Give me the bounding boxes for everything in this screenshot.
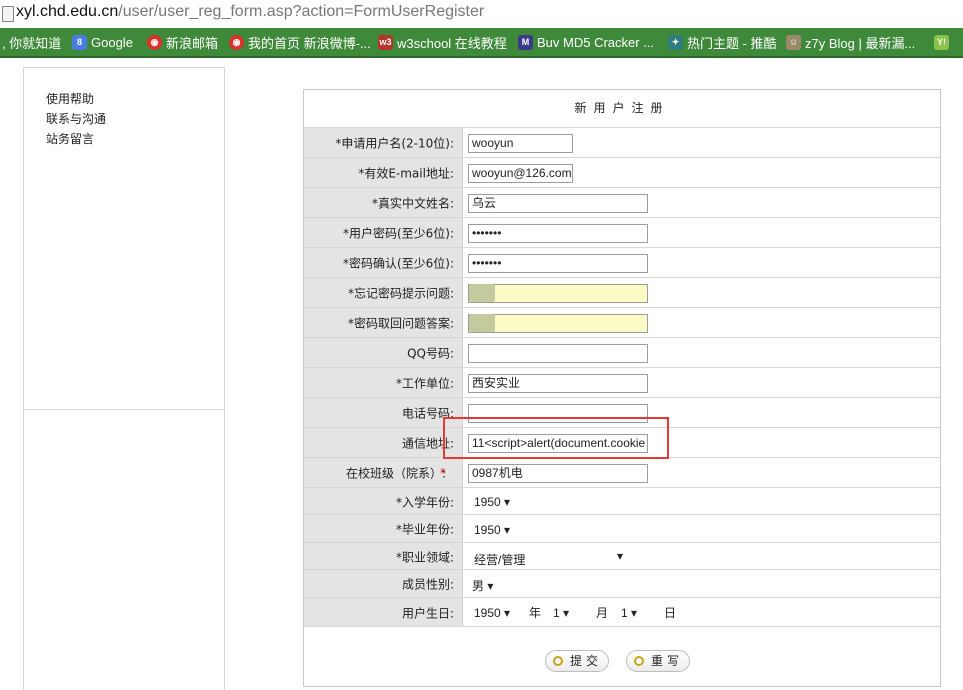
submit-label: 提交 xyxy=(570,654,603,668)
grad-year-select[interactable]: 1950 ▾ xyxy=(474,523,510,537)
answer-input[interactable] xyxy=(468,314,648,333)
gender-label: 成员性别: xyxy=(401,577,454,592)
email-label: *有效E-mail地址: xyxy=(358,166,454,181)
row-password-confirm: *密码确认(至少6位): ••••••• xyxy=(304,247,940,278)
sidebar-link-help[interactable]: 使用帮助 xyxy=(46,90,94,107)
password-input[interactable]: ••••••• xyxy=(468,224,648,243)
grad-year-label: *毕业年份: xyxy=(395,522,454,537)
bookmark-label: Buv MD5 Cracker ... xyxy=(537,34,655,50)
tuicool-icon: ✦ xyxy=(668,34,683,50)
sidebar-link-contact[interactable]: 联系与沟通 xyxy=(46,110,106,127)
password-label: *用户密码(至少6位): xyxy=(342,226,454,241)
yahoo-icon: Y! xyxy=(934,34,949,50)
question-input[interactable] xyxy=(468,284,648,303)
username-label: *申请用户名(2-10位): xyxy=(335,136,454,151)
google-icon: 8 xyxy=(72,34,87,50)
button-bullet-icon xyxy=(634,656,644,666)
row-password: *用户密码(至少6位): ••••••• xyxy=(304,217,940,248)
answer-label: *密码取回问题答案: xyxy=(347,316,454,331)
url-host: xyl.chd.edu.cn xyxy=(16,3,119,20)
bookmark-label: w3school 在线教程 xyxy=(397,35,507,51)
bookmark-tuicool[interactable]: ✦ 热门主题 - 推酷 xyxy=(668,33,777,51)
workplace-input[interactable]: 西安实业 xyxy=(468,374,648,393)
row-qq: QQ号码: xyxy=(304,337,940,368)
bookmark-label: , 你就知道 xyxy=(2,35,62,51)
row-field: *职业领域: 经营/管理 ▾ xyxy=(304,542,940,570)
row-realname: *真实中文姓名: 乌云 xyxy=(304,187,940,218)
email-input[interactable]: wooyun@126.com xyxy=(468,164,573,183)
birthday-day-select[interactable]: 1 ▾ xyxy=(621,606,637,620)
workplace-label: *工作单位: xyxy=(395,376,454,391)
weibo-icon: ◉ xyxy=(229,34,244,50)
bookmark-label: z7y Blog | 最新漏... xyxy=(805,35,916,51)
weibo-icon: ◉ xyxy=(147,34,162,50)
class-label-text: 在校班级（院系）: xyxy=(345,466,446,481)
birthday-label: 用户生日: xyxy=(401,606,454,620)
entry-year-select[interactable]: 1950 ▾ xyxy=(474,495,510,509)
sidebar-link-messages[interactable]: 站务留言 xyxy=(46,130,94,147)
bookmark-weibo[interactable]: ◉ 我的首页 新浪微博-... xyxy=(229,33,371,51)
address-bar[interactable]: xyl.chd.edu.cn/user/user_reg_form.asp?ac… xyxy=(0,0,963,29)
annotation-highlight-box xyxy=(443,417,669,459)
field-label: *职业领域: xyxy=(395,550,454,564)
birthday-month-select[interactable]: 1 ▾ xyxy=(553,606,569,620)
form-title: 新用户注册 xyxy=(574,101,670,115)
qq-label: QQ号码: xyxy=(407,346,454,361)
row-birthday: 用户生日: 1950 ▾ 年 1 ▾ 月 1 ▾ 日 xyxy=(304,597,940,627)
page-icon xyxy=(2,6,14,22)
row-grad-year: *毕业年份: 1950 ▾ xyxy=(304,514,940,543)
bookmark-label: 热门主题 - 推酷 xyxy=(687,35,777,51)
redaction-blur xyxy=(469,284,495,302)
username-input[interactable]: wooyun xyxy=(468,134,573,153)
bookmarks-bar: , 你就知道 8 Google ◉ 新浪邮箱 ◉ 我的首页 新浪微博-... w… xyxy=(0,28,963,58)
row-class: * 在校班级（院系）: 0987机电 xyxy=(304,457,940,488)
bookmark-label: 新浪邮箱 xyxy=(166,35,219,51)
gender-select[interactable]: 男 ▾ xyxy=(472,577,493,594)
w3school-icon: w3 xyxy=(378,34,393,50)
md5-icon: M xyxy=(518,34,533,50)
question-label: *忘记密码提示问题: xyxy=(347,286,454,301)
bookmark-md5[interactable]: M Buv MD5 Cracker ... xyxy=(518,33,654,51)
realname-label: *真实中文姓名: xyxy=(371,196,454,211)
birthday-year-select[interactable]: 1950 ▾ xyxy=(474,606,510,620)
sidebar-lower-panel xyxy=(23,409,225,690)
sidebar: 使用帮助 联系与沟通 站务留言 xyxy=(23,67,225,410)
entry-year-label: *入学年份: xyxy=(395,495,454,509)
row-question: *忘记密码提示问题: xyxy=(304,277,940,308)
bookmark-google[interactable]: 8 Google xyxy=(72,33,133,51)
field-select[interactable]: 经营/管理 xyxy=(474,551,525,568)
realname-input[interactable]: 乌云 xyxy=(468,194,648,213)
row-gender: 成员性别: 男 ▾ xyxy=(304,569,940,598)
bookmark-label: Google xyxy=(91,34,133,50)
redaction-blur xyxy=(469,314,495,332)
submit-button[interactable]: 提交 xyxy=(545,650,610,672)
password-confirm-input[interactable]: ••••••• xyxy=(468,254,648,273)
day-unit: 日 xyxy=(664,606,677,620)
url-text[interactable]: xyl.chd.edu.cn/user/user_reg_form.asp?ac… xyxy=(16,3,484,21)
row-answer: *密码取回问题答案: xyxy=(304,307,940,338)
reset-button[interactable]: 重写 xyxy=(626,650,691,672)
button-bullet-icon xyxy=(553,656,563,666)
class-input[interactable]: 0987机电 xyxy=(468,464,648,483)
bookmark-yahoo[interactable]: Y! xyxy=(934,33,953,51)
registration-form: 新用户注册 *申请用户名(2-10位): wooyun *有效E-mail地址:… xyxy=(303,89,941,687)
blog-icon: ☺ xyxy=(786,34,801,50)
row-actions: 提交 重写 xyxy=(304,626,940,687)
url-path: /user/user_reg_form.asp?action=FormUserR… xyxy=(118,3,485,20)
month-unit: 月 xyxy=(596,606,609,620)
row-entry-year: *入学年份: 1950 ▾ xyxy=(304,487,940,515)
bookmark-baidu[interactable]: , 你就知道 xyxy=(2,33,61,51)
chevron-down-icon[interactable]: ▾ xyxy=(617,549,623,563)
password-confirm-label: *密码确认(至少6位): xyxy=(342,256,454,271)
bookmark-label: 我的首页 新浪微博-... xyxy=(248,35,371,51)
row-username: *申请用户名(2-10位): wooyun xyxy=(304,127,940,158)
reset-label: 重写 xyxy=(651,654,684,668)
bookmark-sina-mail[interactable]: ◉ 新浪邮箱 xyxy=(147,33,218,51)
row-workplace: *工作单位: 西安实业 xyxy=(304,367,940,398)
bookmark-w3school[interactable]: w3 w3school 在线教程 xyxy=(378,33,507,51)
bookmark-z7y-blog[interactable]: ☺ z7y Blog | 最新漏... xyxy=(786,33,915,51)
row-email: *有效E-mail地址: wooyun@126.com xyxy=(304,157,940,188)
year-unit: 年 xyxy=(529,606,542,620)
qq-input[interactable] xyxy=(468,344,648,363)
